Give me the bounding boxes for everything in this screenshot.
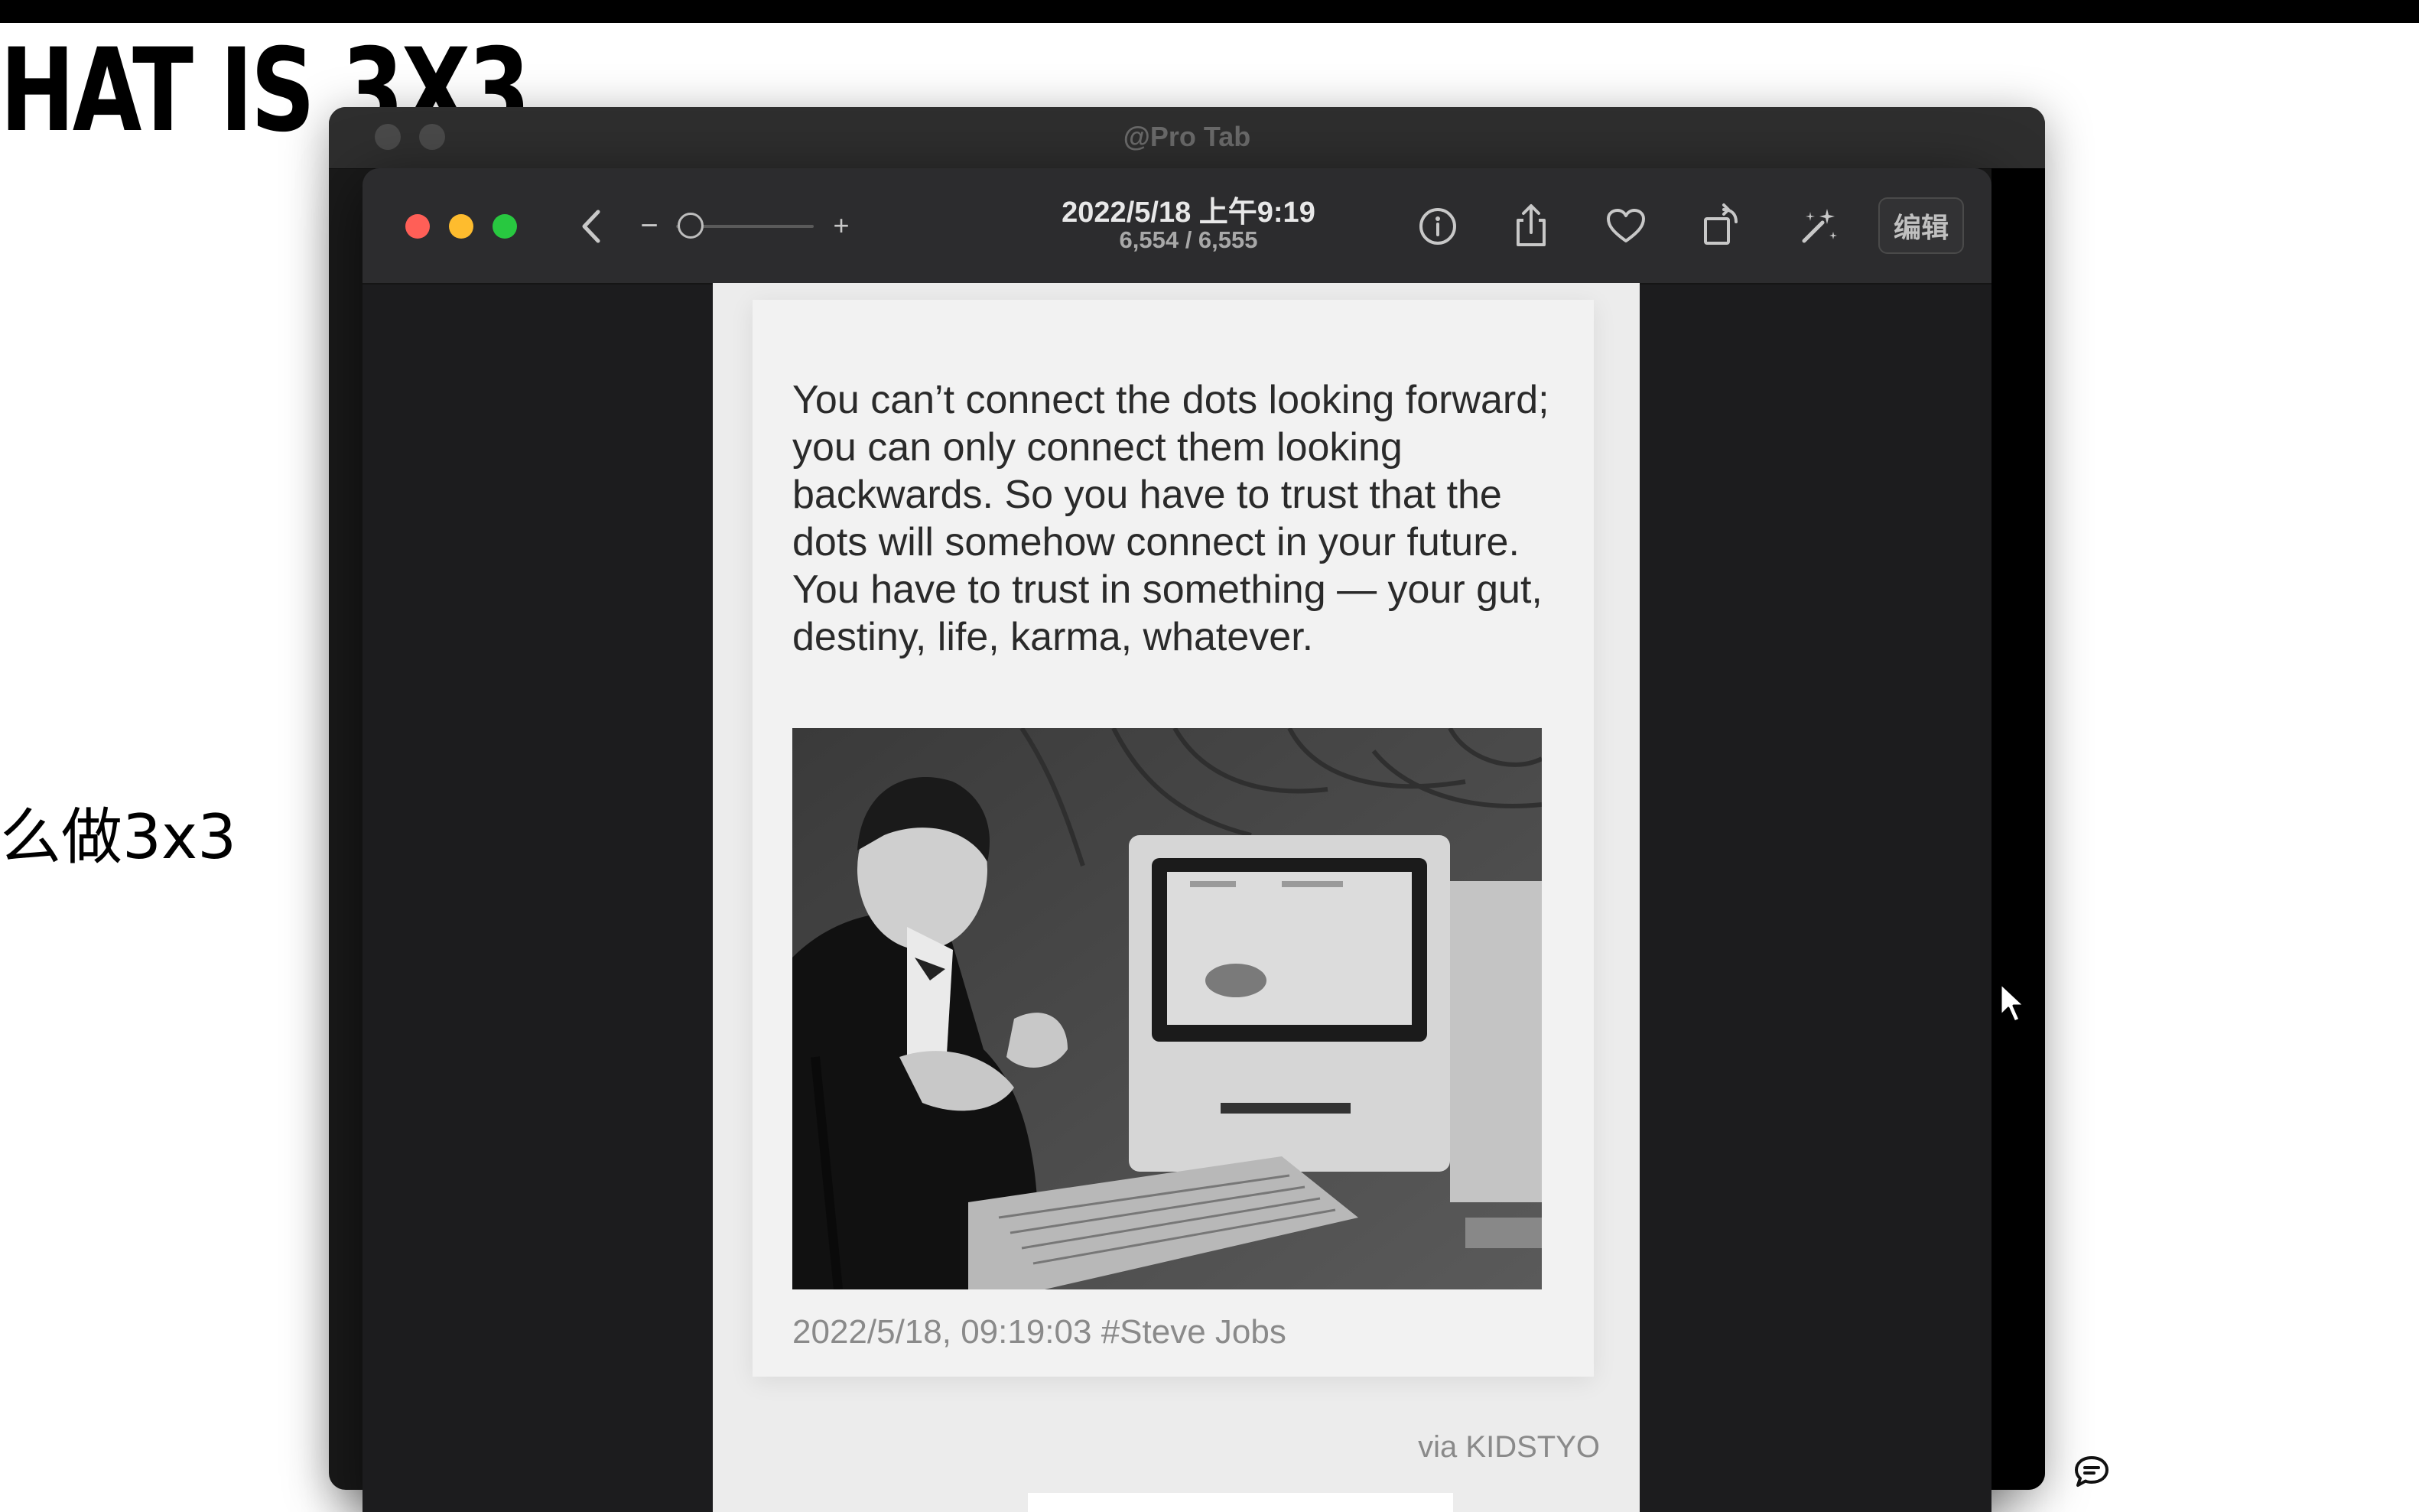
source-credit: via KIDSTYO bbox=[1418, 1430, 1600, 1464]
photo-position-counter: 6,554 / 6,555 bbox=[1119, 226, 1258, 253]
heart-icon bbox=[1607, 209, 1645, 242]
share-button[interactable] bbox=[1507, 199, 1556, 252]
viewer-toolbar: − + 2022/5/18 上午9:19 6,554 / 6,555 编辑 bbox=[363, 168, 1991, 285]
background-window-edge bbox=[1991, 168, 2045, 1490]
comment-icon[interactable] bbox=[2073, 1453, 2111, 1491]
steve-jobs-photo bbox=[792, 728, 1542, 1289]
rotate-icon bbox=[1704, 203, 1738, 245]
auto-enhance-button[interactable] bbox=[1794, 202, 1843, 251]
top-black-strip bbox=[0, 0, 2419, 23]
quote-card: You can’t connect the dots looking forwa… bbox=[753, 300, 1594, 1377]
photo-viewer-window: − + 2022/5/18 上午9:19 6,554 / 6,555 编辑 Yo… bbox=[363, 168, 1991, 1512]
cursor-icon bbox=[1999, 982, 2026, 1023]
steve-jobs-macintosh-image bbox=[792, 728, 1542, 1289]
quote-text: You can’t connect the dots looking forwa… bbox=[792, 378, 1549, 659]
slide-subtitle: 么做3x3 bbox=[0, 802, 237, 873]
enhance-icon bbox=[1802, 209, 1837, 243]
share-icon bbox=[1517, 204, 1546, 246]
rotate-button[interactable] bbox=[1698, 199, 1747, 252]
edit-button[interactable]: 编辑 bbox=[1878, 197, 1964, 254]
background-titlebar: @Pro Tab bbox=[329, 107, 2045, 169]
background-window-title: @Pro Tab bbox=[1123, 121, 1251, 152]
photo-date-time: 2022/5/18 上午9:19 bbox=[1062, 197, 1315, 229]
info-icon bbox=[1419, 208, 1456, 245]
photo-caption: 2022/5/18, 09:19:03 #Steve Jobs bbox=[792, 1313, 1286, 1351]
displayed-photo: You can’t connect the dots looking forwa… bbox=[713, 283, 1640, 1512]
favorite-button[interactable] bbox=[1601, 202, 1650, 251]
info-button[interactable] bbox=[1413, 202, 1462, 251]
next-content-edge bbox=[1028, 1493, 1453, 1512]
